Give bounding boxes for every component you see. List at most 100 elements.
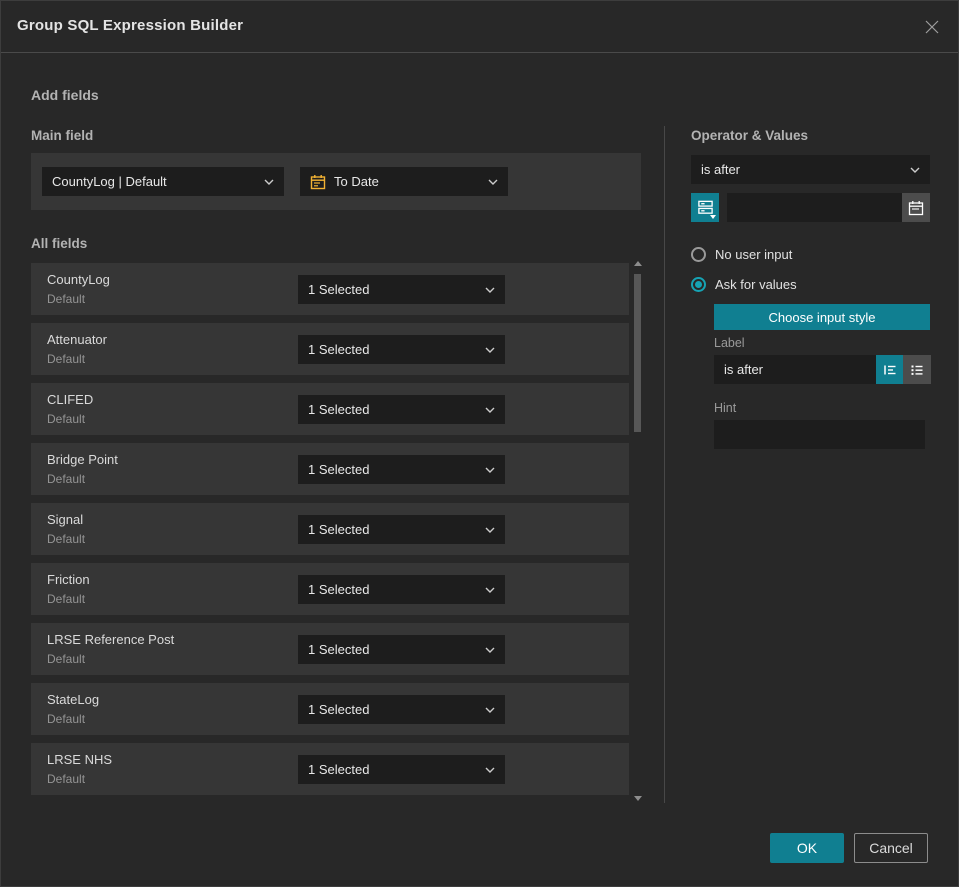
field-name: Friction [47, 572, 90, 587]
chevron-down-icon [485, 527, 495, 533]
field-selection-dropdown[interactable]: 1 Selected [298, 515, 505, 544]
radio-label: Ask for values [715, 277, 797, 292]
chevron-down-icon [910, 167, 920, 173]
field-selection-dropdown[interactable]: 1 Selected [298, 395, 505, 424]
field-selection-dropdown[interactable]: 1 Selected [298, 275, 505, 304]
chevron-down-icon [485, 287, 495, 293]
dialog-title: Group SQL Expression Builder [17, 17, 244, 34]
date-picker-button[interactable] [902, 193, 930, 222]
field-selection-dropdown[interactable]: 1 Selected [298, 335, 505, 364]
field-selection-value: 1 Selected [308, 462, 370, 477]
field-subtitle: Default [47, 472, 86, 486]
list-scrollbar[interactable] [632, 257, 643, 805]
stacked-values-icon [697, 200, 713, 214]
field-row: Friction Default 1 Selected [31, 563, 629, 615]
value-source-button[interactable] [691, 193, 719, 222]
operator-value: is after [701, 162, 741, 177]
field-selection-dropdown[interactable]: 1 Selected [298, 455, 505, 484]
radio-ask-for-values[interactable]: Ask for values [691, 277, 797, 292]
value-input[interactable] [727, 193, 902, 222]
operator-values-heading: Operator & Values [691, 128, 809, 143]
single-line-input-icon [884, 365, 896, 374]
all-fields-heading: All fields [31, 236, 88, 251]
label-input[interactable] [714, 355, 876, 384]
operator-dropdown[interactable]: is after [691, 155, 930, 184]
field-subtitle: Default [47, 712, 86, 726]
chevron-down-icon [485, 347, 495, 353]
field-subtitle: Default [47, 772, 86, 786]
chevron-down-icon [488, 179, 498, 185]
date-mode-dropdown[interactable]: To Date [300, 167, 508, 196]
field-name: Bridge Point [47, 452, 118, 467]
chevron-down-icon [485, 767, 495, 773]
scroll-up-icon[interactable] [634, 261, 642, 266]
main-field-dropdown[interactable]: CountyLog | Default [42, 167, 284, 196]
choose-input-style-button[interactable]: Choose input style [714, 304, 930, 330]
chevron-down-icon [264, 179, 274, 185]
cancel-button[interactable]: Cancel [854, 833, 928, 863]
list-input-style-button[interactable] [903, 355, 931, 384]
add-fields-heading: Add fields [31, 87, 99, 103]
dialog-header: Group SQL Expression Builder [1, 1, 958, 53]
field-name: LRSE Reference Post [47, 632, 175, 647]
field-name: CLIFED [47, 392, 94, 407]
dropdown-corner-indicator [710, 215, 716, 219]
chevron-down-icon [485, 647, 495, 653]
field-selection-value: 1 Selected [308, 522, 370, 537]
field-name: StateLog [47, 692, 100, 707]
field-selection-value: 1 Selected [308, 582, 370, 597]
label-caption: Label [714, 336, 745, 350]
radio-circle-icon [691, 277, 706, 292]
chevron-down-icon [485, 707, 495, 713]
field-selection-value: 1 Selected [308, 702, 370, 717]
field-subtitle: Default [47, 532, 86, 546]
field-name: Signal [47, 512, 84, 527]
date-mode-value: To Date [334, 174, 379, 189]
field-selection-value: 1 Selected [308, 342, 370, 357]
field-name: CountyLog [47, 272, 110, 287]
field-selection-dropdown[interactable]: 1 Selected [298, 755, 505, 784]
list-input-icon [911, 365, 923, 375]
field-selection-dropdown[interactable]: 1 Selected [298, 575, 505, 604]
field-selection-value: 1 Selected [308, 642, 370, 657]
field-row: LRSE Reference Post Default 1 Selected [31, 623, 629, 675]
field-selection-value: 1 Selected [308, 282, 370, 297]
field-selection-value: 1 Selected [308, 402, 370, 417]
hint-caption: Hint [714, 401, 737, 415]
field-selection-value: 1 Selected [308, 762, 370, 777]
main-field-panel: CountyLog | Default To Date [31, 153, 641, 210]
chevron-down-icon [485, 407, 495, 413]
field-name: LRSE NHS [47, 752, 113, 767]
radio-label: No user input [715, 247, 793, 262]
field-row: LRSE NHS Default 1 Selected [31, 743, 629, 795]
ok-button[interactable]: OK [770, 833, 844, 863]
field-subtitle: Default [47, 412, 86, 426]
panel-divider [664, 126, 665, 803]
field-subtitle: Default [47, 592, 86, 606]
field-row: CLIFED Default 1 Selected [31, 383, 629, 435]
close-icon [925, 20, 939, 34]
scrollbar-thumb[interactable] [634, 274, 641, 432]
field-subtitle: Default [47, 292, 86, 306]
calendar-icon [310, 174, 326, 189]
field-row: StateLog Default 1 Selected [31, 683, 629, 735]
close-button[interactable] [920, 15, 944, 39]
field-row: CountyLog Default 1 Selected [31, 263, 629, 315]
radio-no-user-input[interactable]: No user input [691, 247, 792, 262]
field-row: Signal Default 1 Selected [31, 503, 629, 555]
chevron-down-icon [485, 467, 495, 473]
hint-input[interactable] [714, 420, 925, 449]
radio-circle-icon [691, 247, 706, 262]
main-field-value: CountyLog | Default [52, 174, 167, 189]
group-sql-expression-builder-dialog: Group SQL Expression Builder Add fields … [0, 0, 959, 887]
field-selection-dropdown[interactable]: 1 Selected [298, 635, 505, 664]
field-subtitle: Default [47, 652, 86, 666]
field-name: Attenuator [47, 332, 107, 347]
calendar-icon [908, 200, 924, 215]
field-subtitle: Default [47, 352, 86, 366]
field-row: Bridge Point Default 1 Selected [31, 443, 629, 495]
scroll-down-icon[interactable] [634, 796, 642, 801]
field-selection-dropdown[interactable]: 1 Selected [298, 695, 505, 724]
field-row: Attenuator Default 1 Selected [31, 323, 629, 375]
single-line-input-style-button[interactable] [876, 355, 904, 384]
